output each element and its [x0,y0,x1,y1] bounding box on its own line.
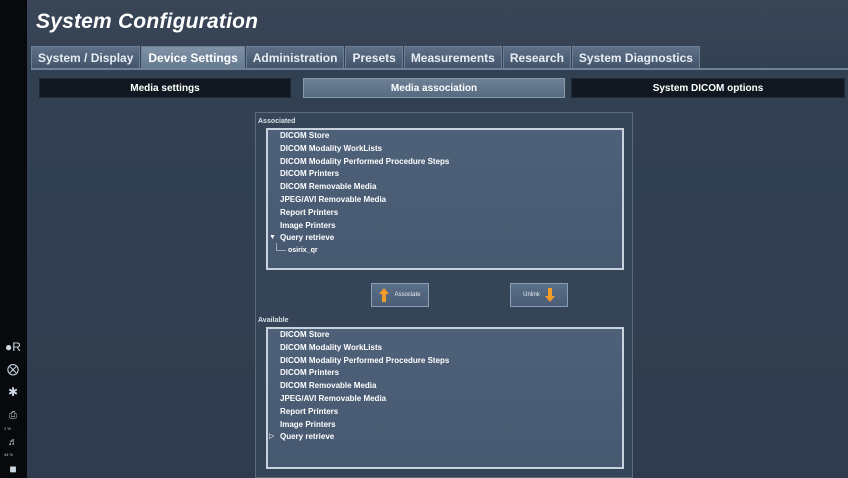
tree-item-label: Query retrieve [280,432,335,442]
tree-child-item[interactable]: osirix_qr [268,243,622,258]
subtab-media-association[interactable]: Media association [303,78,565,98]
tree-child-label: osirix_qr [288,247,318,255]
list-item[interactable]: DICOM Removable Media [268,380,622,393]
tab-device-settings[interactable]: Device Settings [141,46,245,68]
tab-system-display[interactable]: System / Display [31,46,141,68]
tab-system-diagnostics[interactable]: System Diagnostics [571,46,700,68]
list-item[interactable]: Report Printers [268,406,622,419]
tab-measurements[interactable]: Measurements [403,46,502,68]
expand-down-icon[interactable]: ▼ [269,232,276,245]
printer-status: 1 % [4,426,11,431]
unlink-button[interactable]: Unlink [510,283,568,307]
list-item[interactable]: DICOM Removable Media [268,181,622,194]
subtab-media-settings[interactable]: Media settings [39,78,291,98]
printer-icon[interactable]: ⎙ [3,410,23,421]
list-item[interactable]: DICOM Printers [268,367,622,380]
user-icon[interactable]: ■ [3,462,23,476]
probe-icon[interactable]: ●R [3,340,23,354]
main-tabs: System / Display Device Settings Adminis… [31,46,701,68]
arrow-up-icon [379,288,390,302]
tab-presets[interactable]: Presets [345,46,403,68]
tab-divider [31,68,848,70]
expand-right-icon[interactable]: ▷ [269,431,274,444]
mode-icon[interactable]: ✱ [3,385,23,399]
associate-label: Associate [394,292,421,298]
available-label: Available [258,317,289,324]
available-list[interactable]: DICOM Store DICOM Modality WorkLists DIC… [266,327,624,469]
volume-icon[interactable]: ♬ [3,437,23,448]
unlink-label: Unlink [523,292,540,298]
left-status-strip: ●R ⨂ ✱ ⎙ 1 % ♬ 44 % ■ [0,0,27,478]
list-item[interactable]: DICOM Modality Performed Procedure Steps [268,355,622,368]
list-item[interactable]: Image Printers [268,419,622,432]
volume-status: 44 % [4,452,14,457]
list-item[interactable]: DICOM Modality WorkLists [268,342,622,355]
tree-item-label: Query retrieve [280,233,335,243]
list-item[interactable]: DICOM Printers [268,168,622,181]
list-item[interactable]: DICOM Modality WorkLists [268,143,622,156]
main-window: System Configuration System / Display De… [27,0,848,478]
page-title: System Configuration [36,10,259,33]
subtab-system-dicom-options[interactable]: System DICOM options [571,78,845,98]
list-item[interactable]: DICOM Store [268,329,622,342]
tree-connector [276,243,286,252]
tree-item-query-retrieve[interactable]: ▷ Query retrieve [268,431,622,444]
list-item[interactable]: JPEG/AVI Removable Media [268,194,622,207]
list-item[interactable]: Report Printers [268,207,622,220]
subtabs: Media settings Media association System … [39,78,845,98]
close-circle-icon[interactable]: ⨂ [3,362,23,376]
list-item[interactable]: JPEG/AVI Removable Media [268,393,622,406]
media-association-panel: Associated DICOM Store DICOM Modality Wo… [255,112,633,478]
list-item[interactable]: DICOM Store [268,130,622,143]
tab-administration[interactable]: Administration [245,46,345,68]
associate-button[interactable]: Associate [371,283,429,307]
tree-item-query-retrieve[interactable]: ▼ Query retrieve [268,232,622,245]
list-item[interactable]: DICOM Modality Performed Procedure Steps [268,156,622,169]
arrow-down-icon [544,288,555,302]
associated-label: Associated [258,118,296,125]
tab-research[interactable]: Research [502,46,571,68]
associated-list[interactable]: DICOM Store DICOM Modality WorkLists DIC… [266,128,624,270]
list-item[interactable]: Image Printers [268,220,622,233]
